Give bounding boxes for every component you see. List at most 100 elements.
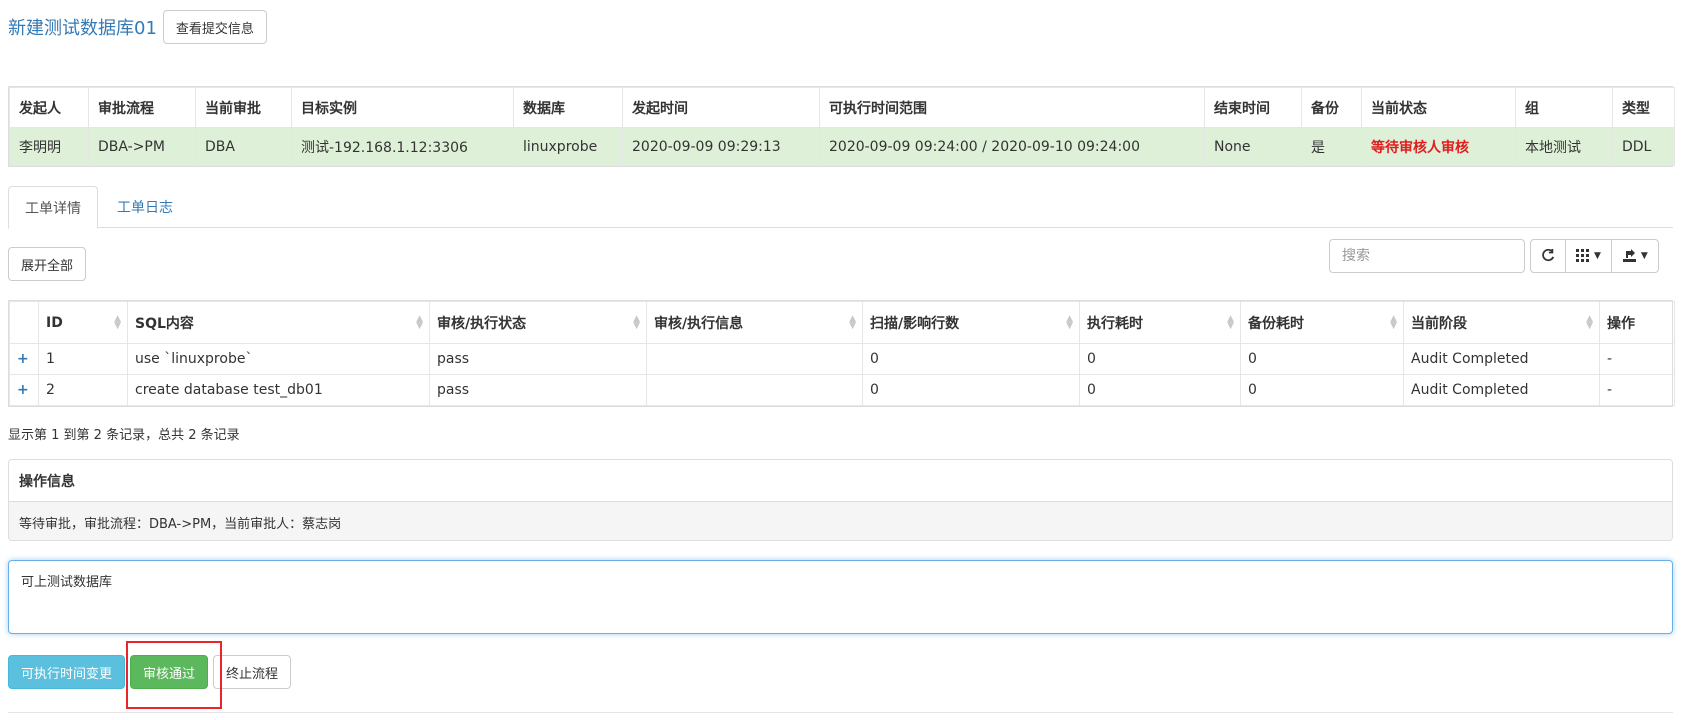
expand-all-button[interactable]: 展开全部 — [8, 247, 87, 281]
row-affected-rows: 0 — [862, 343, 1080, 375]
records-count: 显示第 1 到第 2 条记录，总共 2 条记录 — [8, 428, 240, 443]
tab-workflow-detail[interactable]: 工单详情 — [8, 186, 98, 229]
detail-col-sql[interactable]: SQL内容 ▲ ▼ — [127, 301, 430, 344]
tab-workflow-log[interactable]: 工单日志 — [100, 186, 190, 228]
summary-group: 本地测试 — [1515, 127, 1613, 166]
view-submit-info-button[interactable]: 查看提交信息 — [162, 10, 267, 44]
approve-button[interactable]: 审核通过 — [130, 655, 209, 689]
table-row: + 2 create database test_db01 pass 0 0 0… — [9, 374, 1675, 406]
summary-instance: 测试-192.168.1.12:3306 — [291, 127, 514, 166]
summary-col-type: 类型 — [1612, 87, 1675, 128]
workflow-summary-table: 发起人 审批流程 当前审批 目标实例 数据库 发起时间 可执行时间范围 结束时间… — [8, 86, 1675, 167]
sort-icon: ▲ ▼ — [416, 313, 423, 331]
summary-end-time: None — [1204, 127, 1302, 166]
sort-icon: ▲ ▼ — [114, 313, 121, 331]
detail-col-audit-status-label: 审核/执行状态 — [437, 315, 527, 332]
sort-icon: ▲ ▼ — [1390, 313, 1397, 331]
expand-row-icon[interactable]: + — [9, 343, 39, 375]
detail-col-action: 操作 — [1599, 301, 1675, 344]
row-action: - — [1599, 374, 1675, 406]
detail-col-stage-label: 当前阶段 — [1411, 315, 1467, 332]
summary-col-current-approver: 当前审批 — [195, 87, 292, 128]
row-id: 1 — [38, 343, 128, 375]
detail-col-audit-info[interactable]: 审核/执行信息 ▲ ▼ — [646, 301, 863, 344]
summary-col-created: 发起时间 — [622, 87, 820, 128]
refresh-icon — [1542, 249, 1555, 262]
summary-col-instance: 目标实例 — [291, 87, 514, 128]
columns-icon — [1576, 249, 1589, 262]
panel-heading: 操作信息 — [9, 460, 1672, 502]
row-action: - — [1599, 343, 1675, 375]
expand-row-icon[interactable]: + — [9, 374, 39, 406]
detail-col-expand — [9, 301, 39, 344]
summary-row: 李明明 DBA->PM DBA 测试-192.168.1.12:3306 lin… — [9, 127, 1675, 166]
summary-col-group: 组 — [1515, 87, 1613, 128]
row-audit-status: pass — [429, 374, 647, 406]
detail-col-id[interactable]: ID ▲ ▼ — [38, 301, 128, 344]
row-affected-rows: 0 — [862, 374, 1080, 406]
detail-col-backup-time[interactable]: 备份耗时 ▲ ▼ — [1240, 301, 1404, 344]
summary-current-approver: DBA — [195, 127, 292, 166]
search-input[interactable] — [1329, 239, 1525, 273]
summary-col-flow: 审批流程 — [88, 87, 196, 128]
summary-initiator: 李明明 — [9, 127, 89, 166]
summary-col-backup: 备份 — [1301, 87, 1362, 128]
detail-col-id-label: ID — [46, 314, 63, 331]
action-buttons: 可执行时间变更 审核通过 终止流程 — [8, 655, 292, 689]
table-row: + 1 use `linuxprobe` pass 0 0 0 Audit Co… — [9, 343, 1675, 375]
sort-icon: ▲ ▼ — [1066, 313, 1073, 331]
panel-body: 等待审批，审批流程：DBA->PM，当前审批人：蔡志岗 — [9, 502, 1672, 540]
detail-col-exec-time-label: 执行耗时 — [1087, 315, 1143, 332]
chevron-down-icon: ▼ — [1594, 251, 1601, 261]
refresh-button[interactable] — [1530, 239, 1566, 273]
row-audit-status: pass — [429, 343, 647, 375]
status-badge: 等待审核人审核 — [1361, 127, 1516, 166]
detail-col-audit-info-label: 审核/执行信息 — [654, 315, 744, 332]
sort-icon: ▲ ▼ — [1227, 313, 1234, 331]
detail-header-row: ID ▲ ▼ SQL内容 ▲ ▼ 审核/执行状态 ▲ ▼ 审核/执行信息 ▲ ▼ 扫描/影响行数… — [9, 301, 1675, 344]
summary-col-database: 数据库 — [513, 87, 623, 128]
detail-col-affected-rows-label: 扫描/影响行数 — [870, 315, 960, 332]
table-tool-buttons: ▼ ▼ — [1530, 239, 1659, 273]
detail-col-affected-rows[interactable]: 扫描/影响行数 ▲ ▼ — [862, 301, 1080, 344]
header: 新建测试数据库01 查看提交信息 — [8, 10, 267, 44]
summary-col-status: 当前状态 — [1361, 87, 1516, 128]
summary-database: linuxprobe — [513, 127, 623, 166]
row-backup-time: 0 — [1240, 374, 1404, 406]
operation-info-panel: 操作信息 等待审批，审批流程：DBA->PM，当前审批人：蔡志岗 — [8, 459, 1673, 541]
detail-col-exec-time[interactable]: 执行耗时 ▲ ▼ — [1079, 301, 1241, 344]
row-stage: Audit Completed — [1403, 343, 1600, 375]
export-icon — [1622, 249, 1636, 262]
audit-remark-textarea[interactable]: 可上测试数据库 — [8, 560, 1673, 634]
detail-col-backup-time-label: 备份耗时 — [1248, 315, 1304, 332]
summary-backup: 是 — [1301, 127, 1362, 166]
detail-col-audit-status[interactable]: 审核/执行状态 ▲ ▼ — [429, 301, 647, 344]
summary-created: 2020-09-09 09:29:13 — [622, 127, 820, 166]
row-exec-time: 0 — [1079, 374, 1241, 406]
divider — [8, 712, 1673, 713]
summary-type: DDL — [1612, 127, 1675, 166]
sql-detail-table: ID ▲ ▼ SQL内容 ▲ ▼ 审核/执行状态 ▲ ▼ 审核/执行信息 ▲ ▼ 扫描/影响行数… — [8, 300, 1675, 407]
row-sql: create database test_db01 — [127, 374, 430, 406]
page-title: 新建测试数据库01 — [8, 18, 157, 39]
row-stage: Audit Completed — [1403, 374, 1600, 406]
row-id: 2 — [38, 374, 128, 406]
summary-header-row: 发起人 审批流程 当前审批 目标实例 数据库 发起时间 可执行时间范围 结束时间… — [9, 87, 1675, 128]
detail-col-sql-label: SQL内容 — [135, 315, 194, 332]
export-button[interactable]: ▼ — [1610, 239, 1659, 273]
row-exec-time: 0 — [1079, 343, 1241, 375]
row-audit-info — [646, 343, 863, 375]
summary-flow: DBA->PM — [88, 127, 196, 166]
change-exec-time-button[interactable]: 可执行时间变更 — [8, 655, 126, 689]
detail-tabs: 工单详情 工单日志 — [8, 186, 1673, 229]
row-backup-time: 0 — [1240, 343, 1404, 375]
row-sql: use `linuxprobe` — [127, 343, 430, 375]
columns-toggle-button[interactable]: ▼ — [1565, 239, 1612, 273]
row-audit-info — [646, 374, 863, 406]
detail-col-stage[interactable]: 当前阶段 ▲ ▼ — [1403, 301, 1600, 344]
sort-icon: ▲ ▼ — [633, 313, 640, 331]
sort-icon: ▲ ▼ — [849, 313, 856, 331]
summary-col-end-time: 结束时间 — [1204, 87, 1302, 128]
summary-exec-range: 2020-09-09 09:24:00 / 2020-09-10 09:24:0… — [819, 127, 1205, 166]
stop-workflow-button[interactable]: 终止流程 — [213, 655, 292, 689]
